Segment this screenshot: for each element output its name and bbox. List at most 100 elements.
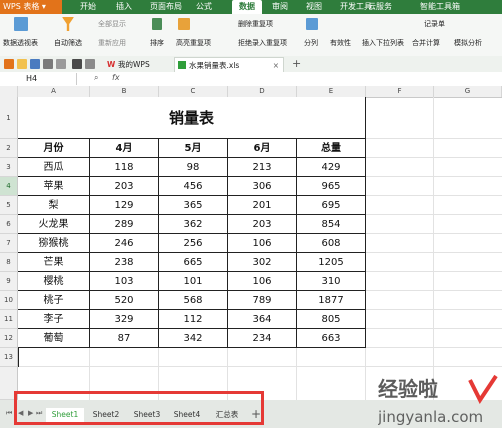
table-cell[interactable]: 456 — [159, 177, 228, 196]
column-header-c[interactable]: C — [159, 86, 228, 97]
doc-tab-my-wps[interactable]: W 我的WPS — [104, 57, 170, 72]
close-icon[interactable]: × — [273, 58, 279, 73]
table-header-cell[interactable]: 5月 — [159, 139, 228, 158]
menu-tab[interactable]: 智能工具箱 — [420, 0, 460, 14]
table-cell[interactable]: 118 — [90, 158, 159, 177]
table-cell[interactable]: 364 — [228, 310, 297, 329]
table-cell[interactable]: 201 — [228, 196, 297, 215]
table-cell[interactable]: 梨 — [18, 196, 90, 215]
table-cell[interactable]: 129 — [90, 196, 159, 215]
table-cell[interactable]: 樱桃 — [18, 272, 90, 291]
doc-tab-active[interactable]: 水果销量表.xls × — [174, 57, 284, 72]
row-header-7[interactable]: 7 — [0, 234, 18, 253]
reapply-button[interactable]: 重新应用 — [98, 38, 126, 48]
table-header-cell[interactable]: 月份 — [18, 139, 90, 158]
table-cell[interactable]: 106 — [228, 272, 297, 291]
table-cell[interactable]: 213 — [228, 158, 297, 177]
column-header-a[interactable]: A — [18, 86, 90, 97]
open-icon[interactable] — [17, 59, 27, 69]
table-title[interactable]: 销量表 — [18, 97, 366, 139]
table-cell[interactable]: 苹果 — [18, 177, 90, 196]
row-header-9[interactable]: 9 — [0, 272, 18, 291]
row-header-2[interactable]: 2 — [0, 139, 18, 158]
table-cell[interactable]: 李子 — [18, 310, 90, 329]
save-icon[interactable] — [30, 59, 40, 69]
menu-tab[interactable]: 插入 — [116, 0, 132, 14]
row-header-5[interactable]: 5 — [0, 196, 18, 215]
table-cell[interactable]: 429 — [297, 158, 366, 177]
table-cell[interactable]: 256 — [159, 234, 228, 253]
column-header-g[interactable]: G — [434, 86, 502, 97]
table-cell[interactable]: 238 — [90, 253, 159, 272]
new-tab-button[interactable]: + — [292, 57, 301, 70]
preview-icon[interactable] — [56, 59, 66, 69]
table-cell[interactable]: 342 — [159, 329, 228, 348]
autofilter-button[interactable]: 自动筛选 — [54, 38, 82, 48]
menu-tab[interactable]: 云服务 — [368, 0, 392, 14]
row-header-1[interactable]: 1 — [0, 97, 18, 139]
merge-calc-button[interactable]: 合并计算 — [412, 38, 440, 48]
menu-tab[interactable]: 视图 — [306, 0, 322, 14]
table-cell[interactable]: 608 — [297, 234, 366, 253]
remove-duplicates-button[interactable]: 删除重复项 — [238, 19, 273, 29]
split-button[interactable]: 分列 — [304, 38, 318, 48]
highlight-duplicates-button[interactable]: 高亮重复项 — [176, 38, 211, 48]
table-cell[interactable]: 665 — [159, 253, 228, 272]
table-cell[interactable]: 猕猴桃 — [18, 234, 90, 253]
table-cell[interactable]: 1877 — [297, 291, 366, 310]
row-header-4[interactable]: 4 — [0, 177, 18, 196]
row-header-10[interactable]: 10 — [0, 291, 18, 310]
table-cell[interactable]: 854 — [297, 215, 366, 234]
column-header-b[interactable]: B — [90, 86, 159, 97]
menu-tab[interactable]: 审阅 — [272, 0, 288, 14]
table-cell[interactable]: 芒果 — [18, 253, 90, 272]
redo-icon[interactable] — [85, 59, 95, 69]
table-cell[interactable]: 289 — [90, 215, 159, 234]
name-box[interactable]: H4 — [26, 73, 77, 85]
table-cell[interactable]: 520 — [90, 291, 159, 310]
sort-button[interactable]: 排序 — [150, 38, 164, 48]
row-header-12[interactable]: 12 — [0, 329, 18, 348]
record-form-button[interactable]: 记录单 — [424, 19, 445, 29]
reject-duplicates-button[interactable]: 拒绝录入重复项 — [238, 38, 287, 48]
table-cell[interactable]: 365 — [159, 196, 228, 215]
table-header-cell[interactable]: 6月 — [228, 139, 297, 158]
table-cell[interactable]: 1205 — [297, 253, 366, 272]
table-cell[interactable]: 火龙果 — [18, 215, 90, 234]
pivot-button[interactable]: 数据透视表 — [3, 38, 38, 48]
menu-tab[interactable]: 公式 — [196, 0, 212, 14]
table-cell[interactable]: 103 — [90, 272, 159, 291]
table-cell[interactable]: 桃子 — [18, 291, 90, 310]
table-cell[interactable]: 234 — [228, 329, 297, 348]
table-cell[interactable]: 西瓜 — [18, 158, 90, 177]
table-cell[interactable]: 302 — [228, 253, 297, 272]
fx-button[interactable]: fx — [112, 73, 120, 82]
menu-tab[interactable]: 页面布局 — [150, 0, 182, 14]
table-cell[interactable]: 306 — [228, 177, 297, 196]
row-header-3[interactable]: 3 — [0, 158, 18, 177]
show-all-button[interactable]: 全部显示 — [98, 19, 126, 29]
table-cell[interactable]: 329 — [90, 310, 159, 329]
search-icon[interactable]: ⌕ — [94, 73, 98, 83]
menu-tab[interactable]: 开始 — [80, 0, 96, 14]
column-header-e[interactable]: E — [297, 86, 366, 97]
table-cell[interactable]: 568 — [159, 291, 228, 310]
table-cell[interactable]: 965 — [297, 177, 366, 196]
first-sheet-arrow-icon[interactable]: ⏮ — [6, 409, 12, 418]
print-icon[interactable] — [43, 59, 53, 69]
simulate-button[interactable]: 模拟分析 — [454, 38, 482, 48]
table-cell[interactable]: 98 — [159, 158, 228, 177]
table-cell[interactable]: 87 — [90, 329, 159, 348]
table-cell[interactable]: 203 — [90, 177, 159, 196]
undo-icon[interactable] — [72, 59, 82, 69]
app-menu-button[interactable]: WPS 表格 ▾ — [0, 0, 62, 14]
row-header-6[interactable]: 6 — [0, 215, 18, 234]
table-cell[interactable]: 805 — [297, 310, 366, 329]
table-cell[interactable]: 112 — [159, 310, 228, 329]
table-cell[interactable]: 663 — [297, 329, 366, 348]
row-header-11[interactable]: 11 — [0, 310, 18, 329]
row-header-13[interactable]: 13 — [0, 348, 18, 367]
row-header-8[interactable]: 8 — [0, 253, 18, 272]
table-cell[interactable]: 310 — [297, 272, 366, 291]
table-cell[interactable]: 246 — [90, 234, 159, 253]
